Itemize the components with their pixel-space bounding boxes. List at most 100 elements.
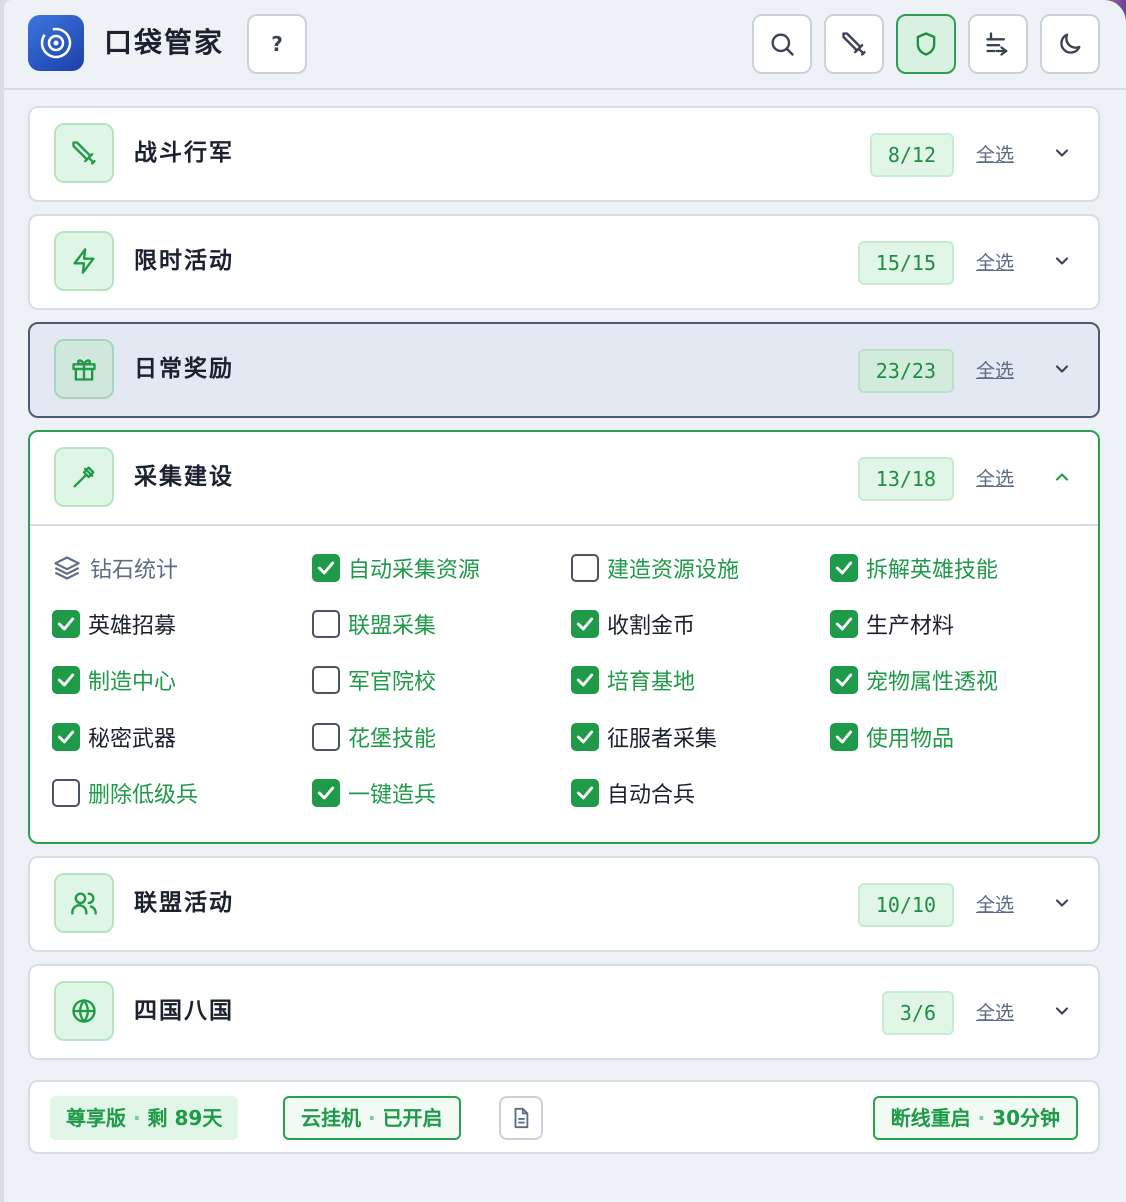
users-icon [71,892,97,915]
option-checkbox[interactable]: 联盟采集 [312,606,436,642]
section-count-badge: 8/12 [869,133,954,177]
option-checkbox[interactable]: 花堡技能 [312,719,436,755]
section-count-badge: 15/15 [857,241,954,285]
section-header[interactable]: 战斗行军 8/12 全选 [30,108,1098,200]
search-icon [771,33,794,56]
checkbox-checked-icon [830,666,858,694]
checkbox-checked-icon [571,723,599,751]
help-button[interactable]: ? [247,14,307,74]
select-all-link[interactable]: 全选 [976,138,1014,172]
option-checkbox[interactable]: 宠物属性透视 [830,662,998,698]
checkbox-checked-icon [312,779,340,807]
select-all-link[interactable]: 全选 [976,246,1014,280]
lightning-icon [73,248,95,274]
option-checkbox[interactable]: 拆解英雄技能 [830,550,998,586]
checkbox-checked-icon [830,723,858,751]
section-header[interactable]: 采集建设 13/18 全选 [30,432,1098,524]
section-header[interactable]: 联盟活动 10/10 全选 [30,858,1098,950]
layers-icon [52,553,82,583]
shield-icon [916,32,936,56]
option-checkbox[interactable]: 军官院校 [312,662,436,698]
section-title: 四国八国 [134,998,234,1024]
cloud-hosting-badge[interactable]: 云挂机 · 已开启 [283,1096,461,1140]
section-icon [54,981,114,1041]
search-button[interactable] [752,14,812,74]
status-footer: 尊享版 · 剩 89天 云挂机 · 已开启 断线重启 · 30分钟 [28,1080,1100,1154]
checkbox-empty-icon [312,666,340,694]
section-count-badge: 13/18 [857,457,954,501]
section-icon [54,873,114,933]
sword-icon [72,141,96,165]
chevron-down-icon[interactable] [1050,141,1074,165]
diamond-stats-item[interactable]: 钻石统计 [52,550,178,586]
option-checkbox[interactable]: 生产材料 [830,606,954,642]
log-button[interactable] [499,1096,543,1140]
checkbox-checked-icon [571,779,599,807]
option-checkbox[interactable]: 征服者采集 [571,719,717,755]
app-logo [28,15,84,71]
section-title: 采集建设 [134,464,234,490]
section-options: 钻石统计 自动采集资源 建造资源设施 拆解英雄技能 英雄招募 联盟采集 收割金币… [30,524,1098,842]
checkbox-empty-icon [52,779,80,807]
chevron-down-icon[interactable] [1050,357,1074,381]
section-title: 战斗行军 [134,140,234,166]
option-checkbox[interactable]: 秘密武器 [52,719,176,755]
checkbox-checked-icon [830,610,858,638]
section-title: 联盟活动 [134,890,234,916]
document-icon [514,1107,529,1129]
checkbox-empty-icon [571,554,599,582]
option-checkbox[interactable]: 一键造兵 [312,775,436,811]
section-kingdom-wars: 四国八国 3/6 全选 [28,964,1100,1060]
section-daily-rewards: 日常奖励 23/23 全选 [28,322,1100,418]
section-icon [54,447,114,507]
checkbox-checked-icon [52,666,80,694]
option-checkbox[interactable]: 删除低级兵 [52,775,198,811]
section-title: 限时活动 [134,248,234,274]
pickaxe-icon [73,466,95,488]
section-alliance-events: 联盟活动 10/10 全选 [28,856,1100,952]
section-limited-events: 限时活动 15/15 全选 [28,214,1100,310]
chevron-down-icon[interactable] [1050,999,1074,1023]
section-combat-march: 战斗行军 8/12 全选 [28,106,1100,202]
option-checkbox[interactable]: 建造资源设施 [571,550,739,586]
sort-button[interactable] [968,14,1028,74]
section-count-badge: 23/23 [857,349,954,393]
chevron-down-icon[interactable] [1050,891,1074,915]
select-all-link[interactable]: 全选 [976,888,1014,922]
select-all-link[interactable]: 全选 [976,354,1014,388]
checkbox-checked-icon [52,610,80,638]
option-checkbox[interactable]: 培育基地 [571,662,695,698]
app-title: 口袋管家 [104,26,225,59]
option-checkbox[interactable]: 制造中心 [52,662,176,698]
shield-button[interactable] [896,14,956,74]
gift-icon [72,359,96,381]
vip-status-badge: 尊享版 · 剩 89天 [50,1096,239,1140]
combat-filter-button[interactable] [824,14,884,74]
checkbox-checked-icon [571,666,599,694]
sort-icon [986,32,1008,56]
checkbox-checked-icon [830,554,858,582]
section-count-badge: 10/10 [857,883,954,927]
option-checkbox[interactable]: 自动合兵 [571,775,695,811]
section-header[interactable]: 限时活动 15/15 全选 [30,216,1098,308]
app-header: 口袋管家 ? [4,0,1126,90]
moon-icon [1060,33,1081,54]
option-checkbox[interactable]: 使用物品 [830,719,954,755]
checkbox-empty-icon [312,610,340,638]
option-checkbox[interactable]: 收割金币 [571,606,695,642]
reconnect-restart-badge[interactable]: 断线重启 · 30分钟 [872,1096,1078,1140]
theme-toggle-button[interactable] [1040,14,1100,74]
select-all-link[interactable]: 全选 [976,996,1014,1030]
option-checkbox[interactable]: 自动采集资源 [312,550,480,586]
checkbox-checked-icon [52,723,80,751]
section-gathering-building: 采集建设 13/18 全选 钻石统计 自动采集资源 建造资源设施 拆解英雄技能 … [28,430,1100,844]
chevron-up-icon[interactable] [1050,465,1074,489]
checkbox-checked-icon [312,554,340,582]
select-all-link[interactable]: 全选 [976,462,1014,496]
app-panel: 口袋管家 ? 战斗行军 8/12 全选 限时活动 15/15 全选 日常奖励 2… [4,0,1126,1202]
section-header[interactable]: 四国八国 3/6 全选 [30,966,1098,1058]
section-icon [54,339,114,399]
section-header[interactable]: 日常奖励 23/23 全选 [30,324,1098,416]
chevron-down-icon[interactable] [1050,249,1074,273]
option-checkbox[interactable]: 英雄招募 [52,606,176,642]
